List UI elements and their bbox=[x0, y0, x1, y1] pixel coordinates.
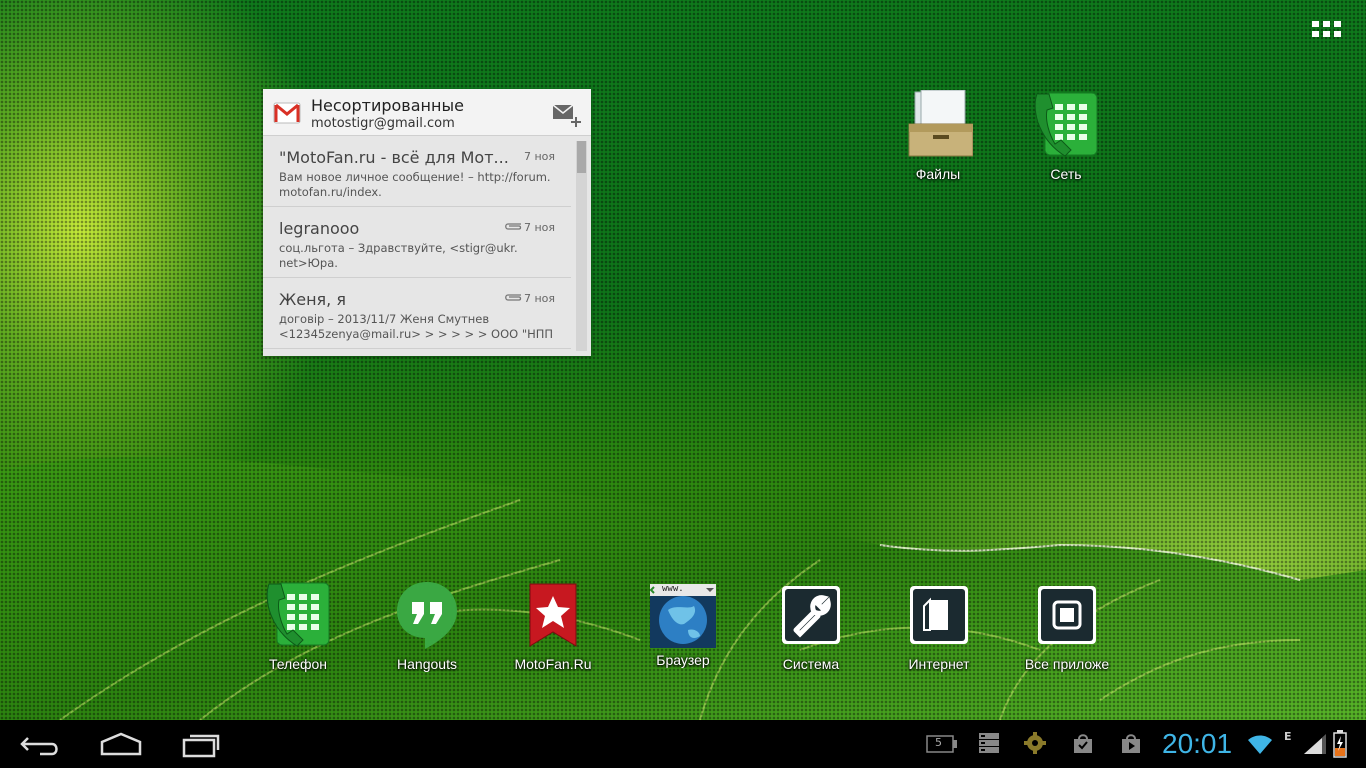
dock-system[interactable]: Система bbox=[761, 580, 861, 672]
gmail-scrollbar[interactable] bbox=[576, 141, 587, 351]
message-snippet: Вам новое личное сообщение! – http://for… bbox=[279, 170, 555, 200]
shopping-bag-icon[interactable] bbox=[1072, 732, 1094, 754]
gmail-message-item[interactable]: "MotoFan.ru - всё для Мот... 7 ноя Вам н… bbox=[263, 136, 571, 207]
gmail-widget-header[interactable]: Несортированные motostigr@gmail.com bbox=[263, 89, 591, 136]
gmail-account: motostigr@gmail.com bbox=[311, 116, 455, 131]
gmail-message-item[interactable]: Женя, я 7 ноя договір – 2013/11/7 Женя С… bbox=[263, 278, 571, 349]
apps-grid-icon[interactable] bbox=[1312, 18, 1342, 40]
clock[interactable]: 20:01 bbox=[1162, 728, 1232, 760]
notification-count-icon[interactable]: 5 bbox=[926, 734, 958, 754]
dock-browser[interactable]: www. Браузер bbox=[633, 580, 733, 668]
snippet-line: motofan.ru/index. bbox=[279, 185, 382, 199]
shortcut-files[interactable]: Файлы bbox=[888, 89, 988, 182]
dock-label: MotoFan.Ru bbox=[514, 656, 592, 672]
play-store-icon[interactable] bbox=[1120, 732, 1142, 754]
network-type: E bbox=[1284, 730, 1292, 743]
internet-icon bbox=[910, 586, 968, 644]
message-snippet: договір – 2013/11/7 Женя Смутнев <12345z… bbox=[279, 312, 555, 342]
attachment-icon bbox=[505, 223, 522, 230]
signal-icon[interactable] bbox=[1302, 732, 1328, 756]
dock-motofan[interactable]: MotoFan.Ru bbox=[503, 580, 603, 672]
wifi-icon[interactable] bbox=[1246, 732, 1274, 756]
message-date: 7 ноя bbox=[523, 292, 555, 305]
phone-dialer-icon bbox=[266, 582, 330, 647]
snippet-line: договір – 2013/11/7 Женя Смутнев bbox=[279, 312, 490, 326]
all-apps-icon bbox=[1038, 586, 1096, 644]
attachment-icon bbox=[505, 294, 522, 301]
shortcut-label: Файлы bbox=[915, 166, 961, 182]
bookmark-star-icon bbox=[529, 583, 577, 647]
phone-dialer-icon bbox=[1034, 92, 1098, 157]
shortcut-label: Сеть bbox=[1050, 166, 1082, 182]
gmail-message-item[interactable]: legranooo 7 ноя соц.льгота – Здравствуйт… bbox=[263, 207, 571, 278]
gmail-widget[interactable]: Несортированные motostigr@gmail.com "Mot… bbox=[263, 89, 591, 356]
message-sender: "MotoFan.ru - всё для Мот... bbox=[279, 148, 509, 167]
snippet-line: <12345zenya@mail.ru> > > > > > ООО "НПП bbox=[279, 327, 554, 341]
message-snippet: соц.льгота – Здравствуйте, <stigr@ukr. n… bbox=[279, 241, 555, 271]
storage-icon[interactable] bbox=[978, 732, 1000, 754]
shortcut-network[interactable]: Сеть bbox=[1016, 90, 1116, 182]
hangouts-icon bbox=[397, 582, 457, 649]
gmail-icon bbox=[273, 102, 301, 124]
dock-hangouts[interactable]: Hangouts bbox=[377, 580, 477, 672]
message-sender: legranooo bbox=[279, 219, 360, 238]
dock-all-apps[interactable]: Все приложе bbox=[1017, 580, 1117, 672]
home-icon[interactable] bbox=[96, 728, 146, 760]
compose-mail-icon[interactable] bbox=[551, 101, 583, 129]
message-date: 7 ноя bbox=[523, 150, 555, 163]
message-date: 7 ноя bbox=[523, 221, 555, 234]
dock-internet[interactable]: Интернет bbox=[889, 580, 989, 672]
dock-label: Телефон bbox=[268, 656, 328, 672]
gear-notification-icon[interactable] bbox=[1024, 732, 1046, 754]
gmail-scrollbar-thumb[interactable] bbox=[577, 141, 586, 173]
back-icon[interactable] bbox=[16, 728, 66, 760]
system-bar: 5 20:01 E bbox=[0, 720, 1366, 768]
dock-label: Интернет bbox=[908, 656, 970, 672]
dock-label: Hangouts bbox=[397, 656, 457, 672]
gmail-message-list: "MotoFan.ru - всё для Мот... 7 ноя Вам н… bbox=[263, 136, 571, 349]
dock-phone[interactable]: Телефон bbox=[248, 580, 348, 672]
file-cabinet-icon bbox=[908, 89, 974, 157]
gmail-folder-title: Несортированные bbox=[311, 96, 464, 115]
wrench-icon bbox=[782, 586, 840, 644]
battery-icon[interactable] bbox=[1332, 730, 1348, 758]
snippet-line: соц.льгота – Здравствуйте, <stigr@ukr. bbox=[279, 241, 518, 255]
dock-label: Браузер bbox=[656, 652, 710, 668]
browser-icon-text: www. bbox=[662, 584, 684, 594]
dock-label: Система bbox=[782, 656, 840, 672]
message-sender: Женя, я bbox=[279, 290, 346, 309]
recent-apps-icon[interactable] bbox=[176, 728, 226, 760]
dock-label: Все приложе bbox=[1024, 656, 1110, 672]
snippet-line: net>Юра. bbox=[279, 256, 338, 270]
snippet-line: Вам новое личное сообщение! – http://for… bbox=[279, 170, 551, 184]
notification-count: 5 bbox=[935, 736, 942, 749]
browser-icon: www. bbox=[648, 580, 718, 650]
